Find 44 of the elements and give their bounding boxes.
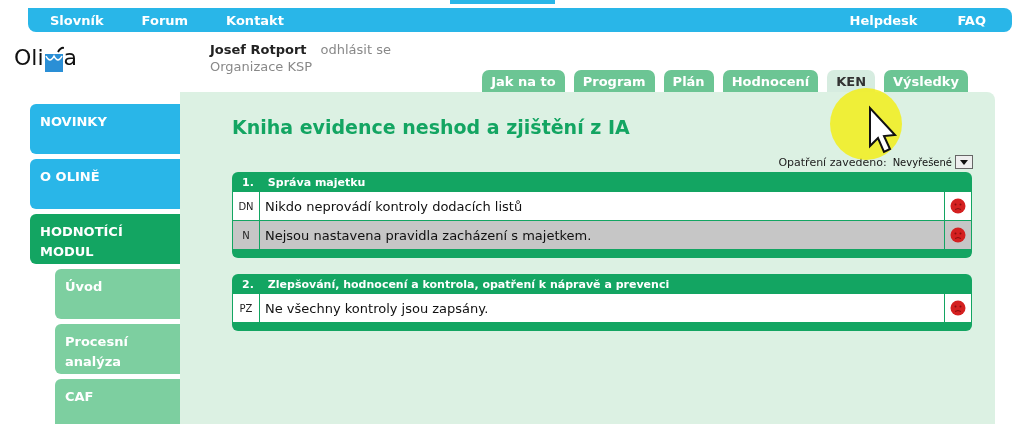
sidebar-item[interactable]: HODNOTÍCÍ MODUL [30,214,180,264]
finding-text: Nejsou nastavena pravidla zacházení s majetkem. [260,221,945,249]
tab[interactable]: Plán [663,70,714,92]
nav-link[interactable]: Slovník [50,12,104,28]
logo-icon [43,46,64,74]
group-number: 1. [242,175,254,189]
sad-face-icon [950,300,966,316]
finding-text: Ne všechny kontroly jsou zapsány. [260,294,945,322]
finding-row[interactable]: PZ Ne všechny kontroly jsou zapsány. [233,294,971,322]
finding-code: PZ [233,294,260,322]
finding-code: DN [233,192,260,220]
filter-value: Nevyřešené [892,156,952,168]
filter-label: Opatření zavedeno: [778,155,887,169]
organization-name: Organizace KSP [210,59,314,74]
group-title: Zlepšování, hodnocení a kontrola, opatření k nápravě a prevenci [267,277,670,291]
logo-text: a [63,46,78,70]
sidebar-subitem[interactable]: Úvod [55,269,180,319]
sad-face-icon [950,198,966,214]
tab[interactable]: Program [573,70,655,92]
user-name: Josef Rotport [210,42,307,57]
nav-link[interactable]: Helpdesk [849,12,918,28]
sad-face-icon [950,227,966,243]
page-title: Kniha evidence neshod a zjištění z IA [232,116,631,138]
finding-row[interactable]: DN Nikdo neprovádí kontroly dodacích listů [233,192,971,220]
nav-link[interactable]: Kontakt [226,12,284,28]
nav-link[interactable]: FAQ [957,12,986,28]
logout-link[interactable]: odhlásit se [320,42,391,57]
logo-text: Oli [14,46,44,70]
tab[interactable]: Hodnocení [722,70,819,92]
group-number: 2. [242,277,254,291]
group-title: Správa majetku [267,175,366,189]
sidebar-subitem[interactable]: Procesní analýza [55,324,180,374]
caret-icon [960,159,968,165]
tab[interactable]: Výsledky [884,70,968,92]
tab[interactable]: Jak na to [482,70,565,92]
finding-text: Nikdo neprovádí kontroly dodacích listů [260,192,945,220]
tab[interactable]: KEN [827,70,875,92]
finding-row[interactable]: N Nejsou nastavena pravidla zacházení s majetkem. [233,221,971,249]
sidebar-item[interactable]: O OLINĚ [30,159,180,209]
sidebar-item[interactable]: NOVINKY [30,104,180,154]
nav-link[interactable]: Forum [141,12,189,28]
dropdown-button[interactable] [955,155,973,169]
finding-code: N [233,221,260,249]
sidebar-subitem[interactable]: CAF [55,379,180,424]
